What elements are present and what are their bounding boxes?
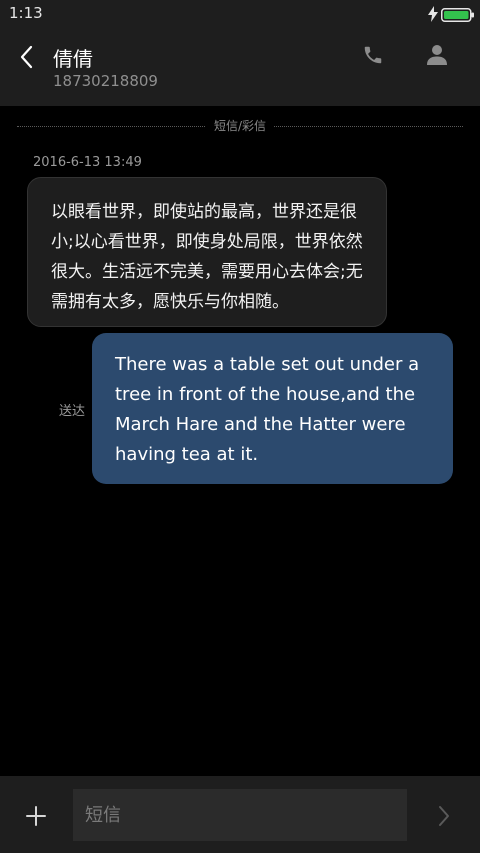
contact-name: 倩倩 <box>53 47 93 71</box>
composer-bar <box>0 776 480 853</box>
contact-number: 18730218809 <box>53 72 158 90</box>
status-bar: 1:13 <box>0 0 480 28</box>
charging-bolt-icon <box>428 6 438 22</box>
thread-type-divider: 短信/彩信 <box>17 117 463 135</box>
thread-type-label: 短信/彩信 <box>205 117 275 134</box>
battery-icon <box>441 7 474 22</box>
status-time: 1:13 <box>9 4 43 22</box>
message-timestamp: 2016-6-13 13:49 <box>33 155 142 170</box>
chevron-left-icon[interactable] <box>14 44 40 70</box>
conversation-header: 倩倩 18730218809 <box>0 28 480 106</box>
person-icon[interactable] <box>427 44 447 66</box>
incoming-message-bubble[interactable]: 以眼看世界，即使站的最高，世界还是很小;以心看世界，即使身处局限，世界依然很大。… <box>27 177 387 327</box>
chevron-right-icon[interactable] <box>434 804 454 828</box>
delivery-status: 送达 <box>59 404 86 419</box>
message-input[interactable] <box>73 789 407 841</box>
outgoing-message-bubble[interactable]: There was a table set out under a tree i… <box>92 333 453 484</box>
plus-icon[interactable] <box>24 804 48 828</box>
phone-icon[interactable] <box>362 44 384 66</box>
